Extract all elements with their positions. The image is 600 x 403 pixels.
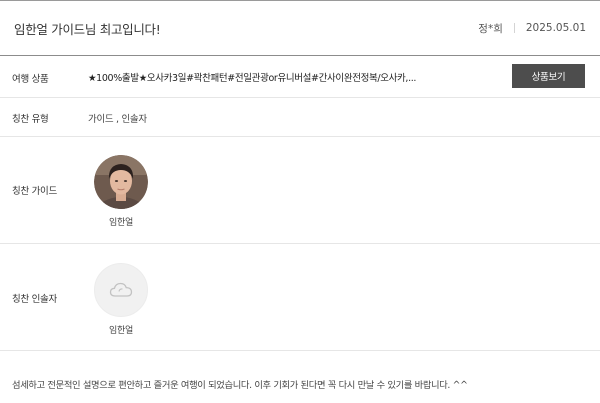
- product-label: 여행 상품: [12, 74, 49, 85]
- praise-type-value: 가이드 , 인솔자: [88, 114, 147, 125]
- guide-profile[interactable]: 임한얼: [94, 155, 148, 228]
- praise-guide-row: 칭찬 가이드 임한얼: [0, 137, 600, 244]
- cloud-placeholder-icon: [109, 282, 133, 297]
- leader-profile[interactable]: 임한얼: [94, 263, 148, 336]
- product-name: ★100%출발★오사카3일#꽉찬패턴#전일관광or유니버설#간사이완전정복/오사…: [88, 73, 417, 84]
- review-title: 임한얼 가이드님 최고입니다!: [14, 21, 161, 37]
- review-author: 정*희: [478, 22, 503, 35]
- praise-leader-row: 칭찬 인솔자 임한얼: [0, 244, 600, 351]
- guide-avatar: [94, 155, 148, 209]
- review-meta: 정*희 2025.05.01: [478, 21, 586, 36]
- praise-leader-label: 칭찬 인솔자: [12, 294, 57, 305]
- review-detail-page: 임한얼 가이드님 최고입니다! 정*희 2025.05.01 여행 상품 ★10…: [0, 0, 600, 403]
- review-header: 임한얼 가이드님 최고입니다! 정*희 2025.05.01: [0, 0, 600, 56]
- product-row: 여행 상품 ★100%출발★오사카3일#꽉찬패턴#전일관광or유니버설#간사이완…: [0, 56, 600, 98]
- review-date: 2025.05.01: [525, 22, 586, 34]
- leader-avatar-placeholder: [94, 263, 148, 317]
- praise-type-row: 칭찬 유형 가이드 , 인솔자: [0, 98, 600, 137]
- leader-name: 임한얼: [109, 326, 133, 336]
- meta-divider: [513, 23, 515, 33]
- praise-type-label: 칭찬 유형: [12, 114, 49, 125]
- guide-name: 임한얼: [109, 218, 133, 228]
- view-product-button[interactable]: 상품보기: [512, 64, 585, 88]
- review-body: 섬세하고 전문적인 설명으로 편안하고 즐거운 여행이 되었습니다. 이후 기회…: [12, 380, 468, 391]
- praise-guide-label: 칭찬 가이드: [12, 186, 57, 197]
